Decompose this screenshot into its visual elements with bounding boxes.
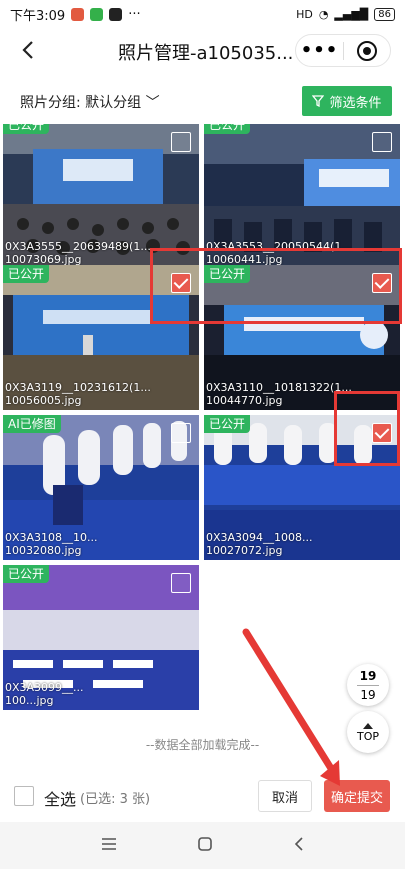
filter-bar: 照片分组: 默认分组 ﹀ 筛选条件	[0, 82, 405, 120]
status-badge: 已公开	[3, 265, 50, 283]
status-badge: AI已修图	[3, 415, 61, 433]
app-icon	[109, 7, 123, 21]
load-complete-text: --数据全部加载完成--	[145, 738, 260, 752]
photo-checkbox[interactable]	[171, 132, 191, 152]
home-icon[interactable]	[198, 836, 213, 855]
system-nav-bar	[0, 822, 405, 869]
back-to-top-button[interactable]: TOP	[347, 711, 389, 753]
submit-button[interactable]: 确定提交	[324, 780, 390, 812]
photo-grid: 已公开 0X3A3555__20639489(1... 10073069.jpg…	[3, 124, 402, 764]
phone-icon	[90, 7, 104, 21]
chevron-down-icon: ﹀	[145, 95, 160, 111]
filter-button[interactable]: 筛选条件	[302, 86, 392, 116]
menu-icon[interactable]	[101, 836, 117, 855]
more-status-icon: ···	[128, 6, 141, 22]
photo-checkbox[interactable]	[372, 132, 392, 152]
status-badge: 已公开	[3, 124, 50, 134]
caret-up-icon	[363, 722, 373, 729]
photo-card[interactable]: 已公开 0X3A3099__... 100...jpg	[3, 565, 199, 710]
battery-icon: 86	[374, 7, 395, 21]
page-title: 照片管理-a105035...	[118, 43, 294, 64]
highlight-box	[334, 391, 400, 466]
bottom-action-bar: 全选 (已选: 3 张) 取消 确定提交	[0, 764, 405, 822]
status-badge: 已公开	[204, 124, 251, 134]
funnel-icon	[312, 95, 325, 107]
photo-filename: 0X3A3094__1008... 10027072.jpg	[206, 531, 313, 557]
back-button[interactable]	[14, 36, 42, 64]
group-selector[interactable]: 照片分组: 默认分组 ﹀	[20, 92, 160, 112]
status-time: 下午3:09	[10, 8, 66, 24]
wifi-icon: ◔	[318, 7, 329, 21]
status-bar: 下午3:09 ··· HD ◔ ▂▄▆█ 86	[0, 0, 405, 28]
photo-filename: 0X3A3108__10... 10032080.jpg	[5, 531, 98, 557]
select-all-label[interactable]: 全选	[44, 786, 76, 810]
photo-filename: 0X3A3099__... 100...jpg	[5, 681, 84, 707]
page-indicator: 19 19	[347, 664, 389, 706]
photo-filename: 0X3A3119__10231612(1... 10056005.jpg	[5, 381, 151, 407]
close-button[interactable]	[344, 40, 390, 62]
more-button[interactable]: •••	[296, 40, 343, 61]
target-icon	[356, 40, 377, 61]
title-bar: 照片管理-a105035... •••	[0, 28, 405, 74]
status-badge: 已公开	[204, 415, 251, 433]
select-all-checkbox[interactable]	[14, 786, 34, 806]
highlight-box	[150, 248, 402, 324]
selected-count: (已选: 3 张)	[80, 792, 151, 807]
photo-checkbox[interactable]	[171, 423, 191, 443]
photo-checkbox[interactable]	[171, 573, 191, 593]
signal-icon: ▂▄▆█	[334, 7, 369, 21]
weibo-icon	[71, 7, 85, 21]
back-icon	[22, 41, 33, 59]
mini-program-capsule: •••	[295, 34, 391, 67]
back-nav-icon[interactable]	[294, 836, 304, 856]
status-badge: 已公开	[3, 565, 50, 583]
photo-card[interactable]: AI已修图 0X3A3108__10... 10032080.jpg	[3, 415, 199, 560]
cancel-button[interactable]: 取消	[258, 780, 312, 812]
network-label: HD	[296, 7, 313, 21]
